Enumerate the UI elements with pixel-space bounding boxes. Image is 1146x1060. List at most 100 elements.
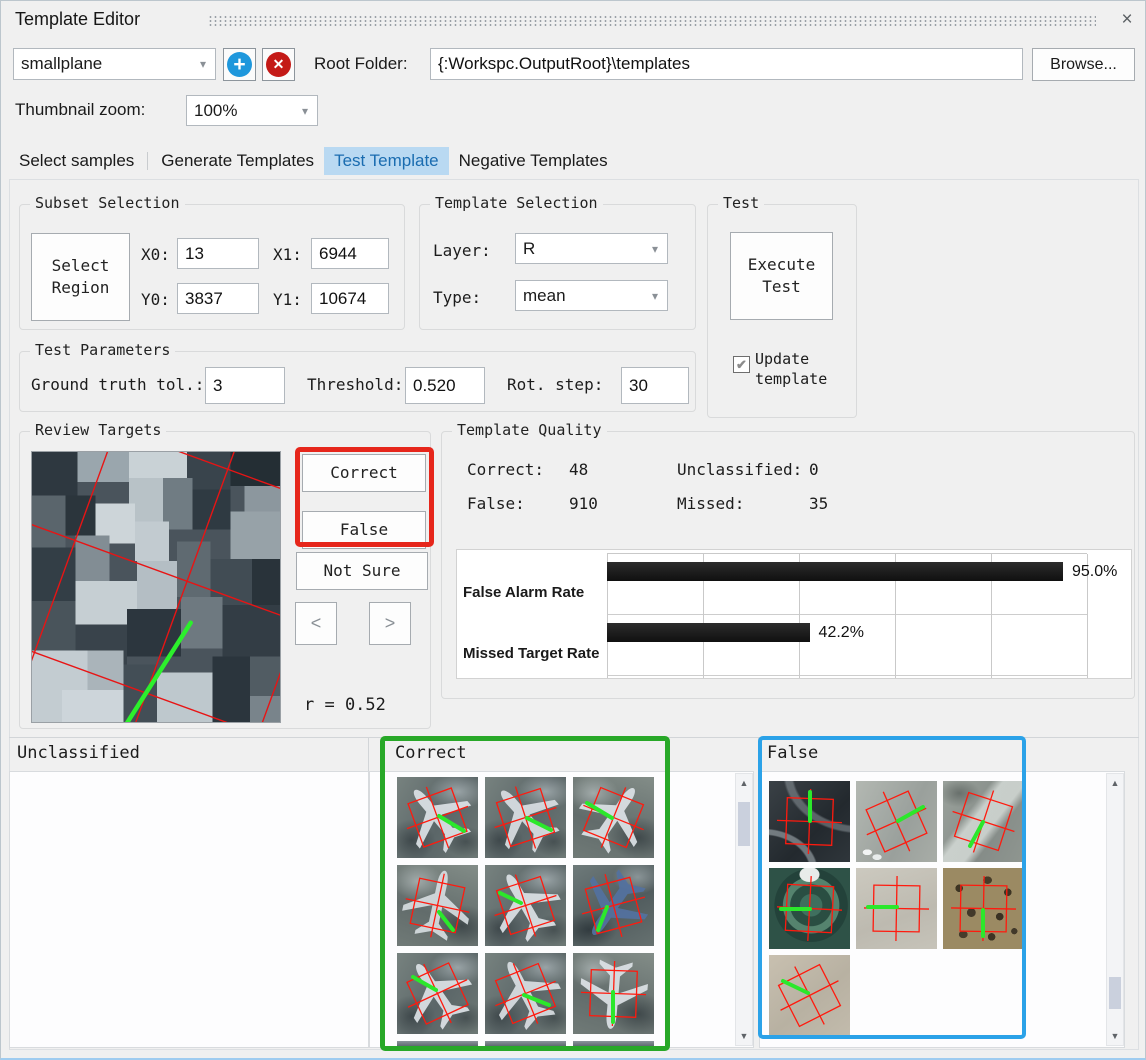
- close-button[interactable]: ×: [1113, 7, 1141, 33]
- result-thumbnail[interactable]: [573, 777, 654, 858]
- ground-truth-tol-label: Ground truth tol.:: [31, 375, 204, 394]
- scroll-up-icon[interactable]: ▲: [1107, 778, 1123, 788]
- x0-label: X0:: [141, 245, 170, 264]
- stat-value: 35: [809, 494, 828, 513]
- group-legend: Template Quality: [452, 421, 607, 439]
- result-thumbnail[interactable]: [769, 868, 850, 949]
- correct-scrollbar[interactable]: ▲ ▼: [735, 773, 753, 1046]
- result-thumbnail[interactable]: [485, 865, 566, 946]
- template-combo[interactable]: smallplane ▾: [13, 48, 216, 80]
- not-sure-button[interactable]: Not Sure: [296, 552, 428, 590]
- false-thumbnail-grid: [769, 781, 1024, 1036]
- scrollbar-thumb[interactable]: [1109, 977, 1121, 1009]
- tab-test-template[interactable]: Test Template: [324, 147, 449, 175]
- scroll-down-icon[interactable]: ▼: [736, 1031, 752, 1041]
- tab-select-samples[interactable]: Select samples: [9, 147, 144, 175]
- tab-bar: Select samples Generate Templates Test T…: [9, 147, 618, 175]
- result-thumbnail[interactable]: [485, 777, 566, 858]
- stat-label: False:: [467, 494, 525, 513]
- tab-separator: [147, 152, 148, 170]
- thumbnail-zoom-value: 100%: [194, 101, 237, 121]
- ground-truth-tol-input[interactable]: [205, 367, 285, 404]
- missed-target-rate-bar: [607, 623, 810, 642]
- prev-target-button[interactable]: <: [295, 602, 337, 645]
- layer-combo-value: R: [523, 239, 535, 259]
- correct-button[interactable]: Correct: [302, 454, 426, 492]
- false-scrollbar[interactable]: ▲ ▼: [1106, 773, 1124, 1046]
- stat-label: Missed:: [677, 494, 744, 513]
- chevron-right-icon: >: [385, 613, 396, 634]
- root-folder-input[interactable]: [430, 48, 1023, 80]
- execute-test-button[interactable]: Execute Test: [730, 232, 833, 320]
- tab-generate-templates[interactable]: Generate Templates: [151, 147, 324, 175]
- y0-input[interactable]: [177, 283, 259, 314]
- template-editor-window: Template Editor × smallplane ▾ + ✕ Root …: [0, 0, 1146, 1060]
- result-thumbnail-partial[interactable]: [573, 1041, 654, 1046]
- update-template-checkbox[interactable]: ✔: [733, 356, 750, 373]
- chevron-down-icon: ▾: [652, 242, 660, 256]
- false-panel-title: False: [767, 743, 818, 763]
- result-thumbnail[interactable]: [943, 868, 1024, 949]
- result-thumbnail[interactable]: [856, 781, 937, 862]
- rot-step-input[interactable]: [621, 367, 689, 404]
- update-template-label: Update template: [755, 350, 847, 389]
- result-thumbnail[interactable]: [769, 781, 850, 862]
- layer-combo[interactable]: R ▾: [515, 233, 668, 264]
- result-thumbnail[interactable]: [769, 955, 850, 1036]
- result-thumbnail[interactable]: [397, 777, 478, 858]
- stat-label: Correct:: [467, 460, 544, 479]
- add-template-button[interactable]: +: [223, 48, 256, 81]
- result-thumbnail-partial[interactable]: [397, 1041, 478, 1046]
- scrollbar-thumb[interactable]: [738, 802, 750, 846]
- divider: [9, 737, 1139, 738]
- result-thumbnail[interactable]: [573, 953, 654, 1034]
- r-value-label: r = 0.52: [304, 695, 386, 715]
- layer-label: Layer:: [433, 241, 491, 260]
- chart-row: 42.2%: [607, 615, 1087, 676]
- result-thumbnail[interactable]: [573, 865, 654, 946]
- template-combo-value: smallplane: [21, 54, 102, 74]
- tab-negative-templates[interactable]: Negative Templates: [449, 147, 618, 175]
- x0-input[interactable]: [177, 238, 259, 269]
- threshold-input[interactable]: [405, 367, 485, 404]
- result-thumbnail[interactable]: [943, 781, 1024, 862]
- y1-input[interactable]: [311, 283, 389, 314]
- bar-value-label: 42.2%: [819, 624, 864, 642]
- result-thumbnail-partial[interactable]: [485, 1041, 566, 1046]
- group-legend: Test Parameters: [30, 341, 175, 359]
- scroll-up-icon[interactable]: ▲: [736, 778, 752, 788]
- correct-thumbnail-grid: [397, 777, 654, 1046]
- next-target-button[interactable]: >: [369, 602, 411, 645]
- chevron-down-icon: ▾: [652, 289, 660, 303]
- scroll-down-icon[interactable]: ▼: [1107, 1031, 1123, 1041]
- chart-category-label: Missed Target Rate: [457, 614, 607, 675]
- chart-row: 95.0%: [607, 554, 1087, 615]
- threshold-label: Threshold:: [307, 375, 403, 394]
- false-button[interactable]: False: [302, 511, 426, 549]
- correct-panel-title: Correct: [395, 743, 467, 763]
- result-thumbnail[interactable]: [485, 953, 566, 1034]
- y1-label: Y1:: [273, 290, 302, 309]
- group-legend: Subset Selection: [30, 194, 185, 212]
- result-thumbnail[interactable]: [856, 868, 937, 949]
- thumbnail-zoom-combo[interactable]: 100% ▾: [186, 95, 318, 126]
- browse-button[interactable]: Browse...: [1032, 48, 1135, 81]
- stat-value: 0: [809, 460, 819, 479]
- result-thumbnail[interactable]: [397, 953, 478, 1034]
- group-legend: Template Selection: [430, 194, 603, 212]
- group-legend: Review Targets: [30, 421, 166, 439]
- type-combo[interactable]: mean ▾: [515, 280, 668, 311]
- type-combo-value: mean: [523, 286, 566, 306]
- check-icon: ✔: [736, 357, 747, 373]
- chevron-down-icon: ▾: [302, 104, 310, 118]
- rot-step-label: Rot. step:: [507, 375, 603, 394]
- result-thumbnail[interactable]: [397, 865, 478, 946]
- group-template-selection: Template Selection: [419, 204, 696, 330]
- select-region-button[interactable]: Select Region: [31, 233, 130, 321]
- x1-label: X1:: [273, 245, 302, 264]
- type-label: Type:: [433, 288, 481, 307]
- unclassified-list[interactable]: [9, 771, 369, 1048]
- delete-template-button[interactable]: ✕: [262, 48, 295, 81]
- x1-input[interactable]: [311, 238, 389, 269]
- unclassified-panel-title: Unclassified: [17, 743, 140, 763]
